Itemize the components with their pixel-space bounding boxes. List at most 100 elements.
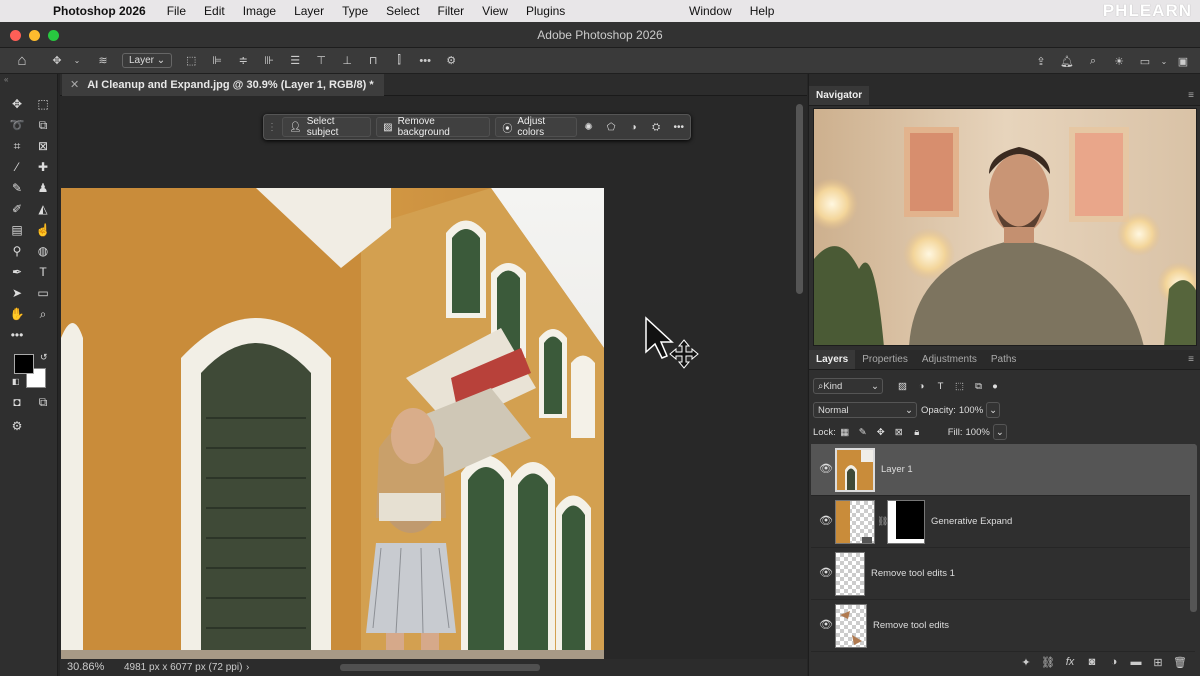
layer-row[interactable]: 👁︎ Remove tool edits — [811, 600, 1195, 652]
panel-toggle-icon[interactable]: ▣ — [1170, 55, 1196, 68]
chevron-down-icon[interactable]: ⌄ — [70, 56, 84, 65]
menu-filter[interactable]: Filter — [428, 4, 473, 18]
document-canvas-image[interactable] — [61, 188, 604, 660]
move-tool-icon[interactable]: ✥ — [4, 96, 30, 112]
filter-smart-object-icon[interactable]: ⧉ — [969, 381, 988, 392]
move-tool-icon[interactable]: ✥ — [44, 54, 70, 67]
tab-adjustments[interactable]: Adjustments — [915, 350, 984, 369]
lasso-tool-icon[interactable]: ➰ — [4, 117, 30, 133]
stamp-tool-icon[interactable]: ♟ — [30, 180, 56, 196]
panel-menu-icon[interactable]: ≡ — [1188, 86, 1194, 106]
lightbulb-icon[interactable]: ☀ — [1106, 55, 1132, 68]
lock-position-icon[interactable]: ✥ — [872, 427, 890, 438]
marquee-tool-icon[interactable]: ⬚ — [30, 96, 56, 112]
bell-icon[interactable]: 🔔︎ — [1054, 55, 1080, 68]
lock-transparent-icon[interactable]: ▦ — [836, 427, 854, 438]
tab-layers[interactable]: Layers — [809, 350, 856, 369]
align-bottom-icon[interactable]: ⊓ — [360, 54, 386, 67]
align-center-icon[interactable]: ≑ — [230, 54, 256, 67]
distribute-vertical-icon[interactable]: ⫿ — [386, 54, 412, 67]
adjust-colors-button[interactable]: ⦿ Adjust colors — [495, 116, 578, 138]
minimize-window-button[interactable] — [29, 30, 40, 41]
new-group-icon[interactable]: ▬ — [1125, 656, 1147, 669]
tab-navigator[interactable]: Navigator — [809, 86, 870, 105]
remove-background-button[interactable]: ▨ Remove background — [376, 116, 491, 138]
layer-style-icon[interactable]: fx — [1059, 656, 1081, 669]
type-tool-icon[interactable]: T — [30, 264, 56, 280]
menu-layer[interactable]: Layer — [285, 4, 333, 18]
align-right-icon[interactable]: ⊪ — [256, 54, 282, 67]
layer-mask-thumbnail[interactable] — [887, 500, 925, 544]
zoom-level[interactable]: 30.86% — [67, 659, 104, 676]
close-tab-icon[interactable]: ✕ — [70, 79, 79, 91]
visibility-eye-icon[interactable]: 👁︎ — [819, 462, 833, 475]
lock-image-icon[interactable]: ✎ — [854, 427, 872, 438]
path-select-tool-icon[interactable]: ➤ — [4, 285, 30, 301]
menu-type[interactable]: Type — [333, 4, 377, 18]
layer-row[interactable]: 👁︎ ⛓ Generative Expand — [811, 496, 1195, 548]
gradient-tool-icon[interactable]: ▤ — [4, 222, 30, 238]
rectangle-tool-icon[interactable]: ▭ — [30, 285, 56, 301]
zoom-tool-icon[interactable]: ⌕ — [30, 306, 56, 322]
align-middle-icon[interactable]: ⊥ — [334, 54, 360, 67]
vertical-scrollbar-thumb[interactable] — [796, 104, 803, 294]
lock-artboard-icon[interactable]: ⊠ — [890, 427, 908, 438]
status-chevron-icon[interactable]: › — [246, 659, 249, 676]
visibility-eye-icon[interactable]: 👁︎ — [819, 566, 833, 579]
object-select-tool-icon[interactable]: ⧉ — [30, 117, 56, 133]
transform-icon[interactable]: ⬠ — [600, 122, 623, 133]
smudge-tool-icon[interactable]: ☝ — [30, 222, 56, 238]
distribute-icon[interactable]: ☰ — [282, 54, 308, 67]
menu-app-name[interactable]: Photoshop 2026 — [44, 4, 158, 18]
blend-mode-dropdown[interactable]: Normal ⌄ — [813, 402, 917, 418]
quick-mask-icon[interactable]: ◘ — [4, 394, 30, 410]
workspace-chevron-icon[interactable]: ⌄ — [1158, 57, 1170, 66]
eyedropper-tool-icon[interactable]: ⁄ — [4, 159, 30, 175]
link-layers-icon[interactable]: ⛓ — [1037, 656, 1059, 669]
foreground-color-swatch[interactable] — [14, 354, 34, 374]
filter-type-icon[interactable]: T — [931, 381, 950, 392]
home-icon[interactable]: ⌂ — [0, 52, 44, 69]
adjustment-layer-icon[interactable]: ◑ — [1103, 656, 1125, 669]
transform-controls-icon[interactable]: ⬚ — [178, 54, 204, 67]
visibility-eye-icon[interactable]: 👁︎ — [819, 514, 833, 527]
fill-value[interactable]: 100% — [966, 427, 990, 438]
align-left-icon[interactable]: ⊫ — [204, 54, 230, 67]
more-icon[interactable]: ••• — [667, 122, 690, 133]
pen-tool-icon[interactable]: ✒ — [4, 264, 30, 280]
layer-row[interactable]: 👁︎ Layer 1 — [811, 444, 1195, 496]
default-colors-icon[interactable]: ◧ — [12, 377, 20, 386]
swap-colors-icon[interactable]: ↺ — [40, 352, 48, 363]
adjustment-icon[interactable]: ◑ — [622, 122, 645, 133]
menu-help[interactable]: Help — [741, 4, 784, 18]
filter-toggle-icon[interactable]: ● — [988, 381, 1002, 392]
crop-tool-icon[interactable]: ⌗ — [4, 138, 30, 154]
more-options-icon[interactable]: ••• — [412, 55, 438, 67]
filter-kind-dropdown[interactable]: ⌕Kind ⌄ — [813, 378, 883, 394]
align-top-icon[interactable]: ⊤ — [308, 54, 334, 67]
filter-adjustment-icon[interactable]: ◑ — [912, 381, 931, 392]
lock-all-icon[interactable]: 🔒︎ — [908, 427, 926, 438]
share-icon[interactable]: ⇪ — [1028, 55, 1054, 68]
generative-icon[interactable]: ⛭ — [645, 122, 668, 133]
search-icon[interactable]: ⌕ — [1080, 55, 1106, 68]
layer-name[interactable]: Generative Expand — [931, 516, 1012, 527]
eraser-tool-icon[interactable]: ◭ — [30, 201, 56, 217]
menu-window[interactable]: Window — [680, 4, 741, 18]
layer-row[interactable]: 👁︎ Remove tool edits 1 — [811, 548, 1195, 600]
menu-file[interactable]: File — [158, 4, 195, 18]
layer-name[interactable]: Remove tool edits 1 — [871, 568, 955, 579]
brush-tool-icon[interactable]: ✎ — [4, 180, 30, 196]
menu-image[interactable]: Image — [234, 4, 285, 18]
layers-panel-menu-icon[interactable]: ≡ — [1188, 350, 1194, 370]
dodge-tool-icon[interactable]: ⚲ — [4, 243, 30, 259]
filter-shape-icon[interactable]: ⬚ — [950, 381, 969, 392]
horizontal-scrollbar-thumb[interactable] — [340, 664, 540, 671]
opacity-value[interactable]: 100% — [959, 405, 983, 416]
generate-icon[interactable]: ✦ — [1015, 656, 1037, 669]
history-brush-tool-icon[interactable]: ✐ — [4, 201, 30, 217]
auto-select-dropdown[interactable]: Layer ⌄ — [122, 53, 173, 68]
new-layer-icon[interactable]: ⊞ — [1147, 656, 1169, 669]
add-mask-icon[interactable]: ◙ — [1081, 656, 1103, 669]
layers-stack-icon[interactable]: ≋ — [90, 54, 116, 67]
